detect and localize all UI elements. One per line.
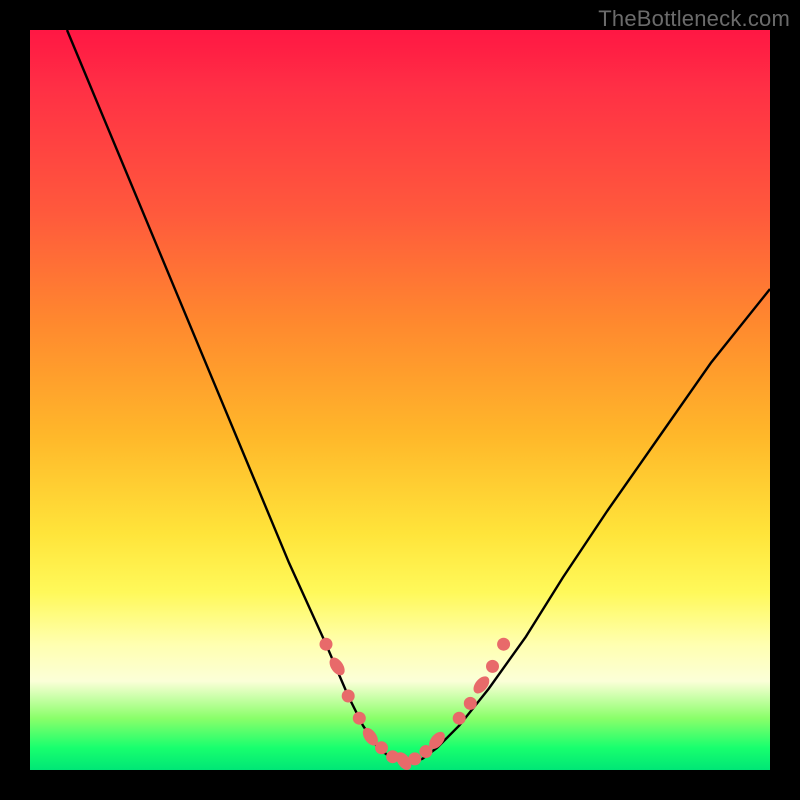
marker-point xyxy=(464,697,477,710)
chart-frame: TheBottleneck.com xyxy=(0,0,800,800)
marker-group xyxy=(320,638,511,773)
marker-point xyxy=(470,673,492,696)
bottleneck-curve xyxy=(67,30,770,763)
marker-point xyxy=(320,638,333,651)
marker-point xyxy=(375,741,388,754)
marker-point xyxy=(326,655,347,678)
plot-area xyxy=(30,30,770,770)
curve-layer xyxy=(30,30,770,770)
marker-point xyxy=(342,690,355,703)
watermark-text: TheBottleneck.com xyxy=(598,6,790,32)
marker-point xyxy=(453,712,466,725)
marker-point xyxy=(486,660,499,673)
marker-point xyxy=(353,712,366,725)
marker-point xyxy=(497,638,510,651)
marker-point xyxy=(408,752,421,765)
